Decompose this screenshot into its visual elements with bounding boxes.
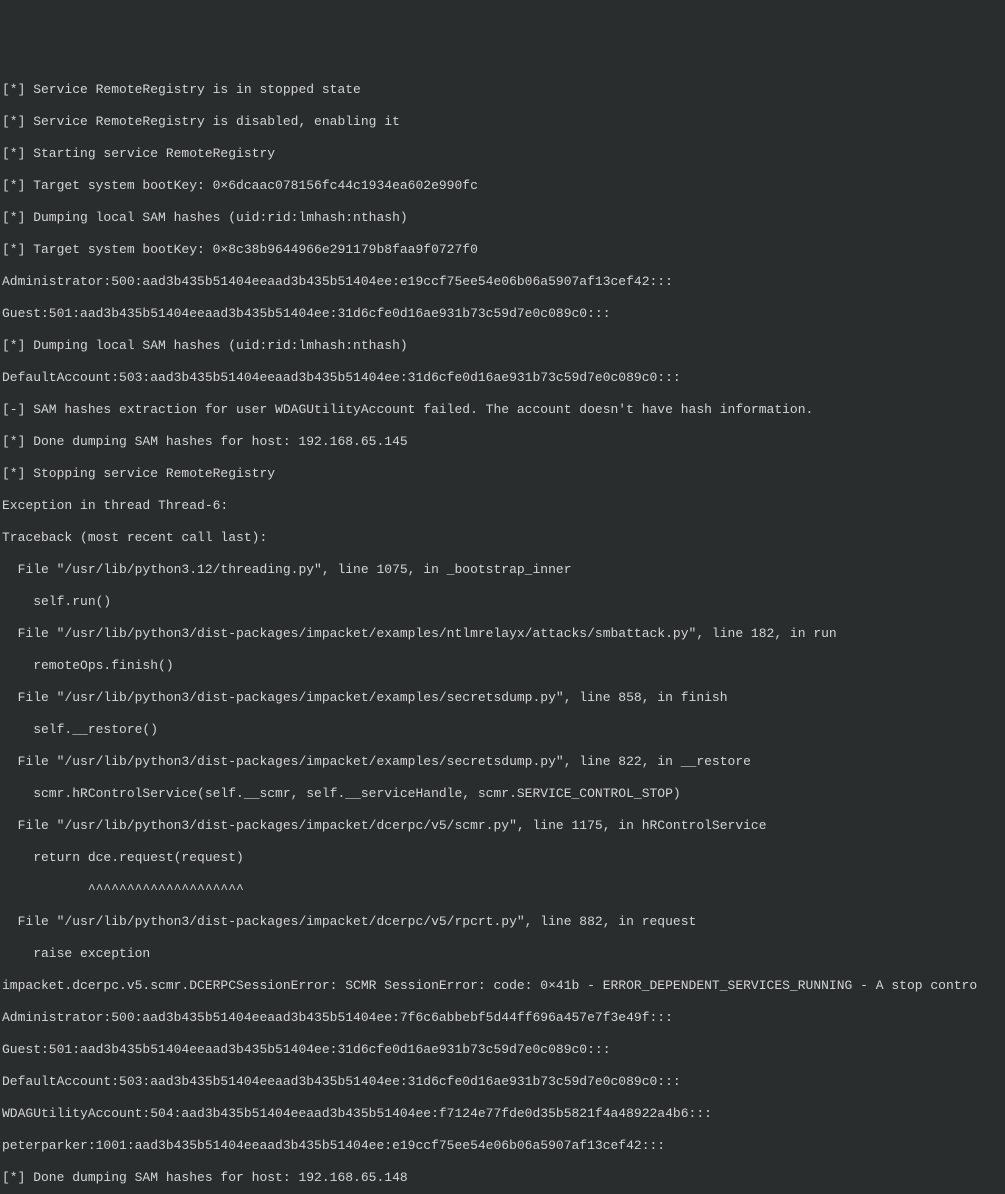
terminal-line: peterparker:1001:aad3b435b51404eeaad3b43… xyxy=(2,1138,1003,1154)
terminal-line: scmr.hRControlService(self.__scmr, self.… xyxy=(2,786,1003,802)
terminal-line: [-] SAM hashes extraction for user WDAGU… xyxy=(2,402,1003,418)
terminal-line: File "/usr/lib/python3/dist-packages/imp… xyxy=(2,914,1003,930)
terminal-line: raise exception xyxy=(2,946,1003,962)
terminal-line: Guest:501:aad3b435b51404eeaad3b435b51404… xyxy=(2,1042,1003,1058)
terminal-line: File "/usr/lib/python3/dist-packages/imp… xyxy=(2,626,1003,642)
terminal-line: ^^^^^^^^^^^^^^^^^^^^ xyxy=(2,882,1003,898)
terminal-line: File "/usr/lib/python3/dist-packages/imp… xyxy=(2,818,1003,834)
terminal-line: return dce.request(request) xyxy=(2,850,1003,866)
terminal-line: [*] Target system bootKey: 0×6dcaac07815… xyxy=(2,178,1003,194)
terminal-line: [*] Stopping service RemoteRegistry xyxy=(2,466,1003,482)
terminal-line: [*] Done dumping SAM hashes for host: 19… xyxy=(2,1170,1003,1186)
terminal-line: File "/usr/lib/python3/dist-packages/imp… xyxy=(2,754,1003,770)
terminal-line: [*] Target system bootKey: 0×8c38b964496… xyxy=(2,242,1003,258)
terminal-line: Administrator:500:aad3b435b51404eeaad3b4… xyxy=(2,1010,1003,1026)
terminal-window[interactable]: [*] Service RemoteRegistry is in stopped… xyxy=(2,66,1003,663)
terminal-line: [*] Dumping local SAM hashes (uid:rid:lm… xyxy=(2,210,1003,226)
terminal-line: Exception in thread Thread-6: xyxy=(2,498,1003,514)
terminal-line: [*] Done dumping SAM hashes for host: 19… xyxy=(2,434,1003,450)
terminal-line: [*] Starting service RemoteRegistry xyxy=(2,146,1003,162)
terminal-line: WDAGUtilityAccount:504:aad3b435b51404eea… xyxy=(2,1106,1003,1122)
terminal-line: self.run() xyxy=(2,594,1003,610)
terminal-line: [*] Service RemoteRegistry is disabled, … xyxy=(2,114,1003,130)
terminal-line: File "/usr/lib/python3.12/threading.py",… xyxy=(2,562,1003,578)
terminal-line: DefaultAccount:503:aad3b435b51404eeaad3b… xyxy=(2,370,1003,386)
terminal-line: [*] Service RemoteRegistry is in stopped… xyxy=(2,82,1003,98)
terminal-line: Administrator:500:aad3b435b51404eeaad3b4… xyxy=(2,274,1003,290)
terminal-line: Traceback (most recent call last): xyxy=(2,530,1003,546)
terminal-line: [*] Dumping local SAM hashes (uid:rid:lm… xyxy=(2,338,1003,354)
terminal-line: self.__restore() xyxy=(2,722,1003,738)
terminal-line: Guest:501:aad3b435b51404eeaad3b435b51404… xyxy=(2,306,1003,322)
terminal-line: DefaultAccount:503:aad3b435b51404eeaad3b… xyxy=(2,1074,1003,1090)
terminal-line: remoteOps.finish() xyxy=(2,658,1003,674)
terminal-line: impacket.dcerpc.v5.scmr.DCERPCSessionErr… xyxy=(2,978,1003,994)
terminal-line: File "/usr/lib/python3/dist-packages/imp… xyxy=(2,690,1003,706)
